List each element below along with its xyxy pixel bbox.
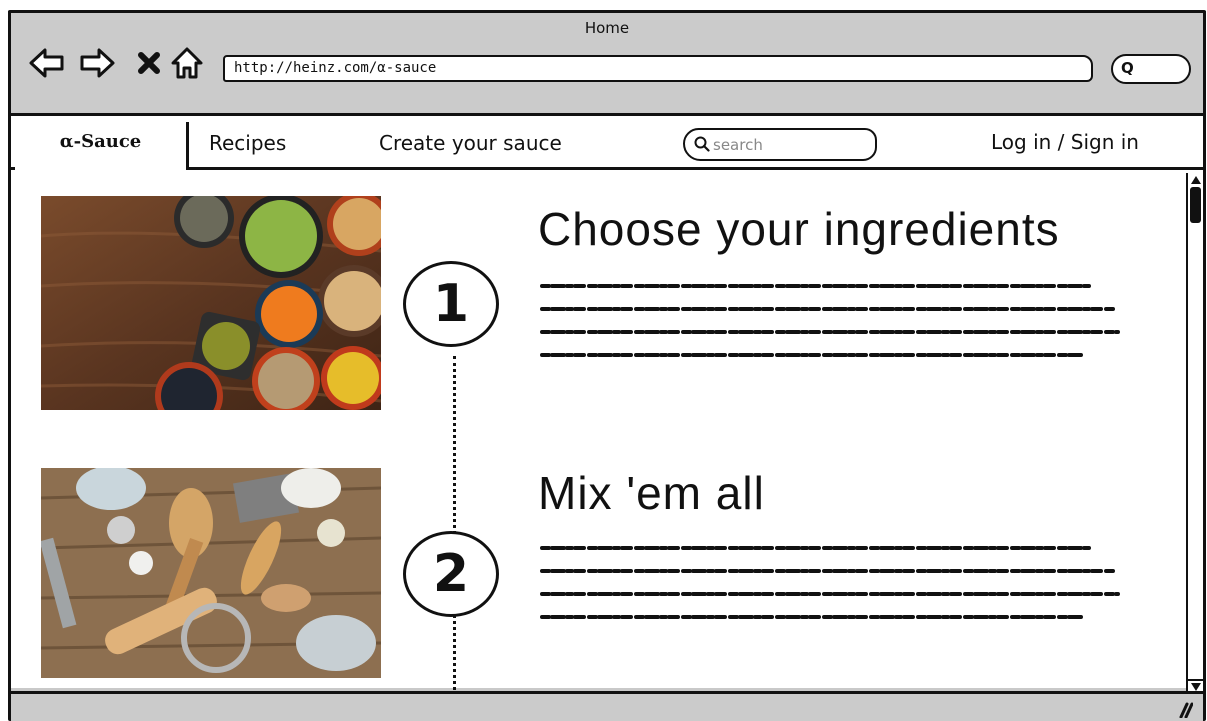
scrollbar-thumb[interactable] <box>1190 187 1201 223</box>
step-2-description <box>540 546 1120 619</box>
step-1-heading: Choose your ingredients <box>538 203 1060 255</box>
site-navbar: α-Sauce Recipes Create your sauce Log in… <box>11 116 1203 170</box>
browser-titlebar: Home http://heinz.com/α-sauce Q <box>11 13 1203 111</box>
arrow-right-icon[interactable] <box>77 43 117 83</box>
scroll-up-icon[interactable] <box>1188 173 1203 186</box>
search-icon <box>694 136 710 152</box>
home-icon[interactable] <box>167 43 207 83</box>
browser-window: Home http://heinz.com/α-sauce Q α-Sauce … <box>8 10 1206 721</box>
search-icon: Q <box>1121 59 1134 77</box>
window-title: Home <box>584 19 630 37</box>
status-bar <box>11 691 1203 721</box>
utensils-photo <box>41 468 381 678</box>
nav-link-recipes[interactable]: Recipes <box>209 131 286 155</box>
step-number-2: 2 <box>403 531 499 617</box>
site-search-box[interactable] <box>683 128 877 161</box>
step-1-description <box>540 284 1120 357</box>
step-number-1: 1 <box>403 261 499 347</box>
address-bar[interactable]: http://heinz.com/α-sauce <box>223 55 1093 82</box>
nav-link-create-sauce[interactable]: Create your sauce <box>379 131 562 155</box>
arrow-left-icon[interactable] <box>27 43 67 83</box>
ingredients-photo <box>41 196 381 410</box>
vertical-scrollbar[interactable] <box>1186 173 1203 691</box>
browser-search-box[interactable]: Q <box>1111 54 1191 84</box>
timeline-connector <box>453 356 456 696</box>
resize-grip-icon[interactable] <box>1175 700 1193 718</box>
step-2-heading: Mix 'em all <box>538 467 765 519</box>
page-content: α-Sauce Recipes Create your sauce Log in… <box>11 113 1203 696</box>
close-icon[interactable] <box>129 43 169 83</box>
brand-tab[interactable]: α-Sauce <box>15 122 189 170</box>
search-input[interactable] <box>713 133 863 157</box>
login-link[interactable]: Log in / Sign in <box>991 130 1139 154</box>
